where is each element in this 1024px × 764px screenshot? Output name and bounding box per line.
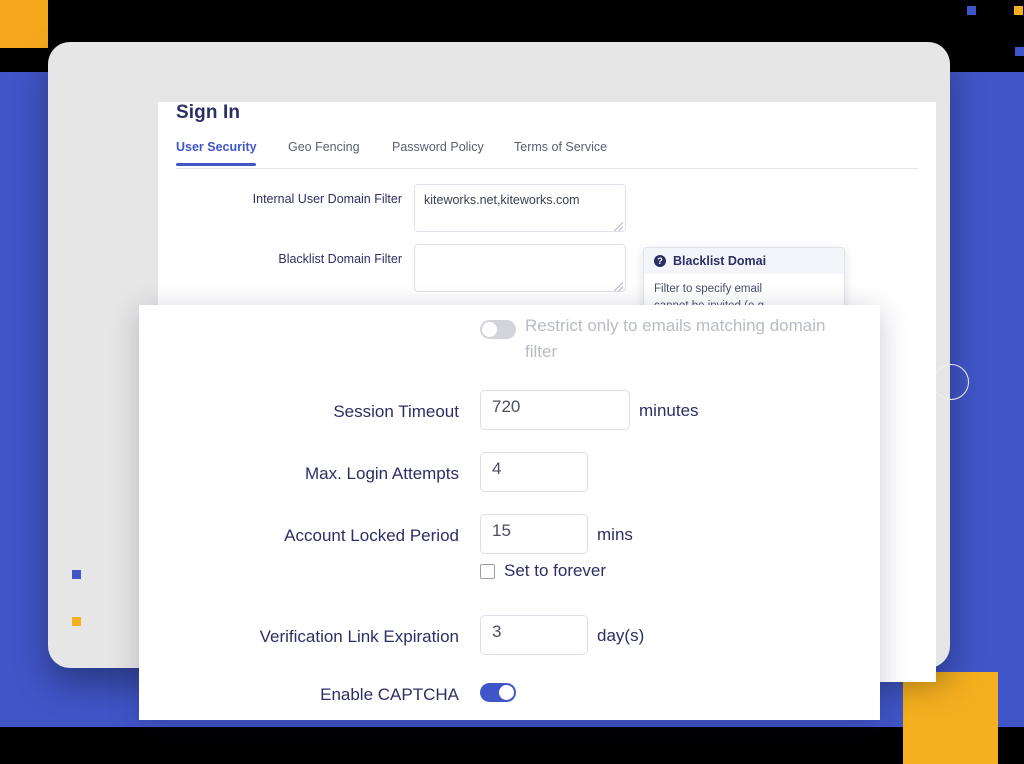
enable-captcha-label: Enable CAPTCHA [320,685,459,704]
verification-link-expiration-suffix: day(s) [597,626,645,645]
set-to-forever-checkbox[interactable] [480,564,495,579]
max-login-attempts-input[interactable]: 4 [480,452,588,492]
page-title: Sign In [176,102,241,123]
session-timeout-suffix: minutes [639,401,699,420]
square-blue-top-left [0,72,48,120]
mini-square-blue-top-right [1015,47,1024,56]
tab-active-underline [176,163,256,166]
verification-link-expiration-input[interactable]: 3 [480,615,588,655]
restrict-domain-filter-toggle[interactable] [480,320,516,339]
blacklist-domain-filter-input[interactable] [414,244,626,292]
toggle-knob [499,685,514,700]
resize-grip-icon[interactable] [614,222,623,231]
restrict-domain-filter-label: Restrict only to emails matching domain … [525,313,845,365]
restrict-domain-filter-label-line1: Restrict only to emails matching [525,316,765,335]
tab-bar: User Security Geo Fencing Password Polic… [176,140,918,168]
session-timeout-label: Session Timeout [333,402,459,421]
tab-geo-fencing[interactable]: Geo Fencing [288,140,360,154]
set-to-forever-label: Set to forever [504,561,607,580]
tooltip-line-1: Filter to specify email [654,283,763,295]
account-locked-period-input[interactable]: 15 [480,514,588,554]
tab-password-policy[interactable]: Password Policy [392,140,484,154]
verification-link-expiration-label: Verification Link Expiration [259,627,459,646]
mini-square-blue-bezel [72,570,81,579]
mini-square-orange-top-right [1014,6,1023,15]
session-timeout-input[interactable]: 720 [480,390,630,430]
square-orange-bottom-right [903,672,998,764]
mini-square-orange-bezel [72,617,81,626]
internal-user-domain-filter-label: Internal User Domain Filter [252,192,402,206]
max-login-attempts-label: Max. Login Attempts [304,464,459,483]
tooltip-title: Blacklist Domai [673,254,767,268]
blacklist-domain-filter-label: Blacklist Domain Filter [278,252,402,266]
account-locked-period-label: Account Locked Period [284,526,459,545]
settings-overlay-panel: Restrict only to emails matching domain … [139,305,880,720]
home-button-icon[interactable] [933,364,969,400]
question-mark-icon: ? [654,255,666,267]
internal-user-domain-filter-input[interactable]: kiteworks.net,kiteworks.com [414,184,626,232]
square-orange-top-left [0,0,48,48]
toggle-knob [482,322,497,337]
account-locked-period-suffix: mins [597,525,633,544]
tab-bar-divider [176,168,918,169]
enable-captcha-toggle[interactable] [480,683,516,702]
mini-square-blue-top [967,6,976,15]
screenshot-stage: Sign In User Security Geo Fencing Passwo… [0,0,1024,764]
resize-grip-icon[interactable] [614,282,623,291]
tab-terms-of-service[interactable]: Terms of Service [514,140,607,154]
tab-user-security[interactable]: User Security [176,140,257,154]
tooltip-header: ? Blacklist Domai [644,248,844,274]
